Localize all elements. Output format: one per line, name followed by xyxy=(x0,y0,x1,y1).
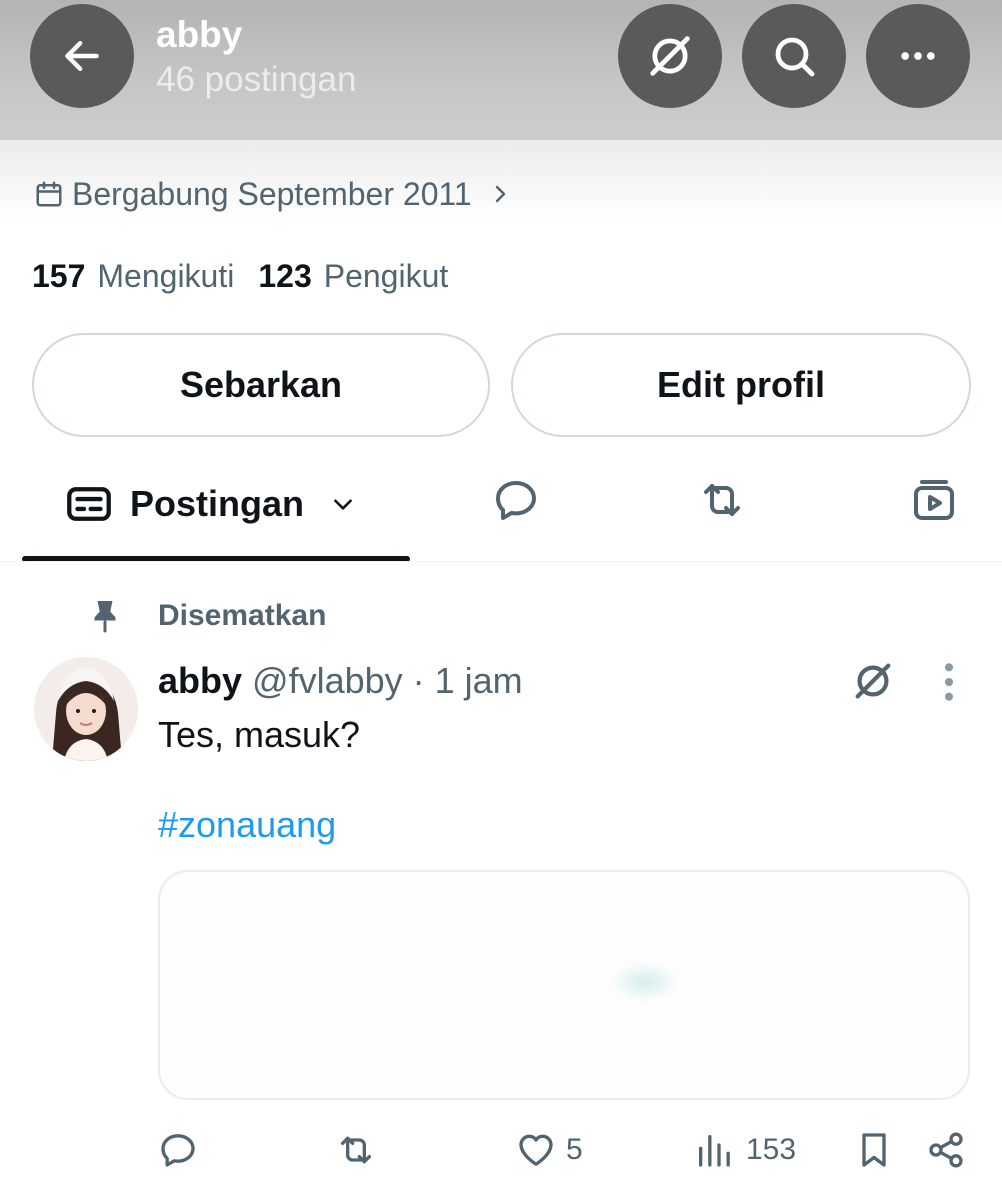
like-button[interactable]: 5 xyxy=(516,1128,583,1172)
post-header: abby @fvlabby · 1 jam xyxy=(158,658,523,704)
share-icon xyxy=(929,1132,963,1168)
joined-text: Bergabung September 2011 xyxy=(72,175,472,212)
grok-icon xyxy=(650,36,690,76)
replies-icon[interactable] xyxy=(492,476,540,524)
tab-posts-label: Postingan xyxy=(130,483,305,524)
posts-icon xyxy=(67,487,111,521)
header-post-count: 46 postingan xyxy=(156,60,357,99)
post-author-name[interactable]: abby xyxy=(158,660,242,702)
reply-icon xyxy=(161,1134,195,1167)
media-icon[interactable] xyxy=(910,476,958,524)
pinned-label: Disematkan xyxy=(158,599,327,632)
search-icon xyxy=(775,37,815,77)
media-placeholder xyxy=(610,962,680,1002)
joined-date[interactable]: Bergabung September 2011 xyxy=(34,172,512,216)
post-text: Tes, masuk? xyxy=(158,714,361,755)
view-count: 153 xyxy=(746,1133,797,1166)
share-button[interactable] xyxy=(926,1128,966,1172)
more-button[interactable] xyxy=(866,4,970,108)
bookmark-icon xyxy=(862,1133,886,1167)
like-count: 5 xyxy=(566,1133,583,1166)
edit-profile-button[interactable]: Edit profil xyxy=(511,333,971,437)
followers-count[interactable]: 123 xyxy=(258,258,311,295)
tab-posts[interactable]: Postingan xyxy=(66,478,356,530)
reposts-icon[interactable] xyxy=(698,476,746,524)
pinned-indicator: Disematkan xyxy=(90,596,326,636)
arrow-left-icon xyxy=(65,40,99,72)
pin-icon xyxy=(94,601,116,633)
heart-icon xyxy=(519,1134,553,1166)
search-button[interactable] xyxy=(742,4,846,108)
share-profile-button[interactable]: Sebarkan xyxy=(32,333,490,437)
bookmark-button[interactable] xyxy=(854,1128,894,1172)
views-button[interactable]: 153 xyxy=(694,1128,796,1172)
chevron-right-icon xyxy=(495,185,505,203)
following-count[interactable]: 157 xyxy=(32,258,85,295)
calendar-icon xyxy=(36,181,62,207)
post-hashtag-link[interactable]: #zonauang xyxy=(158,804,336,846)
grok-icon[interactable] xyxy=(850,658,896,704)
header-username: abby xyxy=(156,14,243,55)
follow-stats: 157 Mengikuti 123 Pengikut xyxy=(32,258,472,295)
reply-button[interactable] xyxy=(158,1128,198,1172)
profile-header xyxy=(0,0,1002,140)
post-author-meta[interactable]: @fvlabby · 1 jam xyxy=(252,660,523,702)
more-vertical-icon[interactable] xyxy=(938,660,960,704)
avatar[interactable] xyxy=(34,657,138,761)
repost-icon xyxy=(341,1136,371,1164)
analytics-icon xyxy=(699,1135,730,1167)
back-button[interactable] xyxy=(30,4,134,108)
repost-button[interactable] xyxy=(336,1128,376,1172)
followers-label[interactable]: Pengikut xyxy=(324,258,449,295)
post-media[interactable] xyxy=(158,870,970,1100)
chevron-down-icon[interactable] xyxy=(330,491,356,517)
tabs-divider xyxy=(0,561,1002,562)
avatar-photo xyxy=(34,657,138,761)
following-label[interactable]: Mengikuti xyxy=(97,258,234,295)
more-horizontal-icon xyxy=(901,52,935,60)
grok-button[interactable] xyxy=(618,4,722,108)
